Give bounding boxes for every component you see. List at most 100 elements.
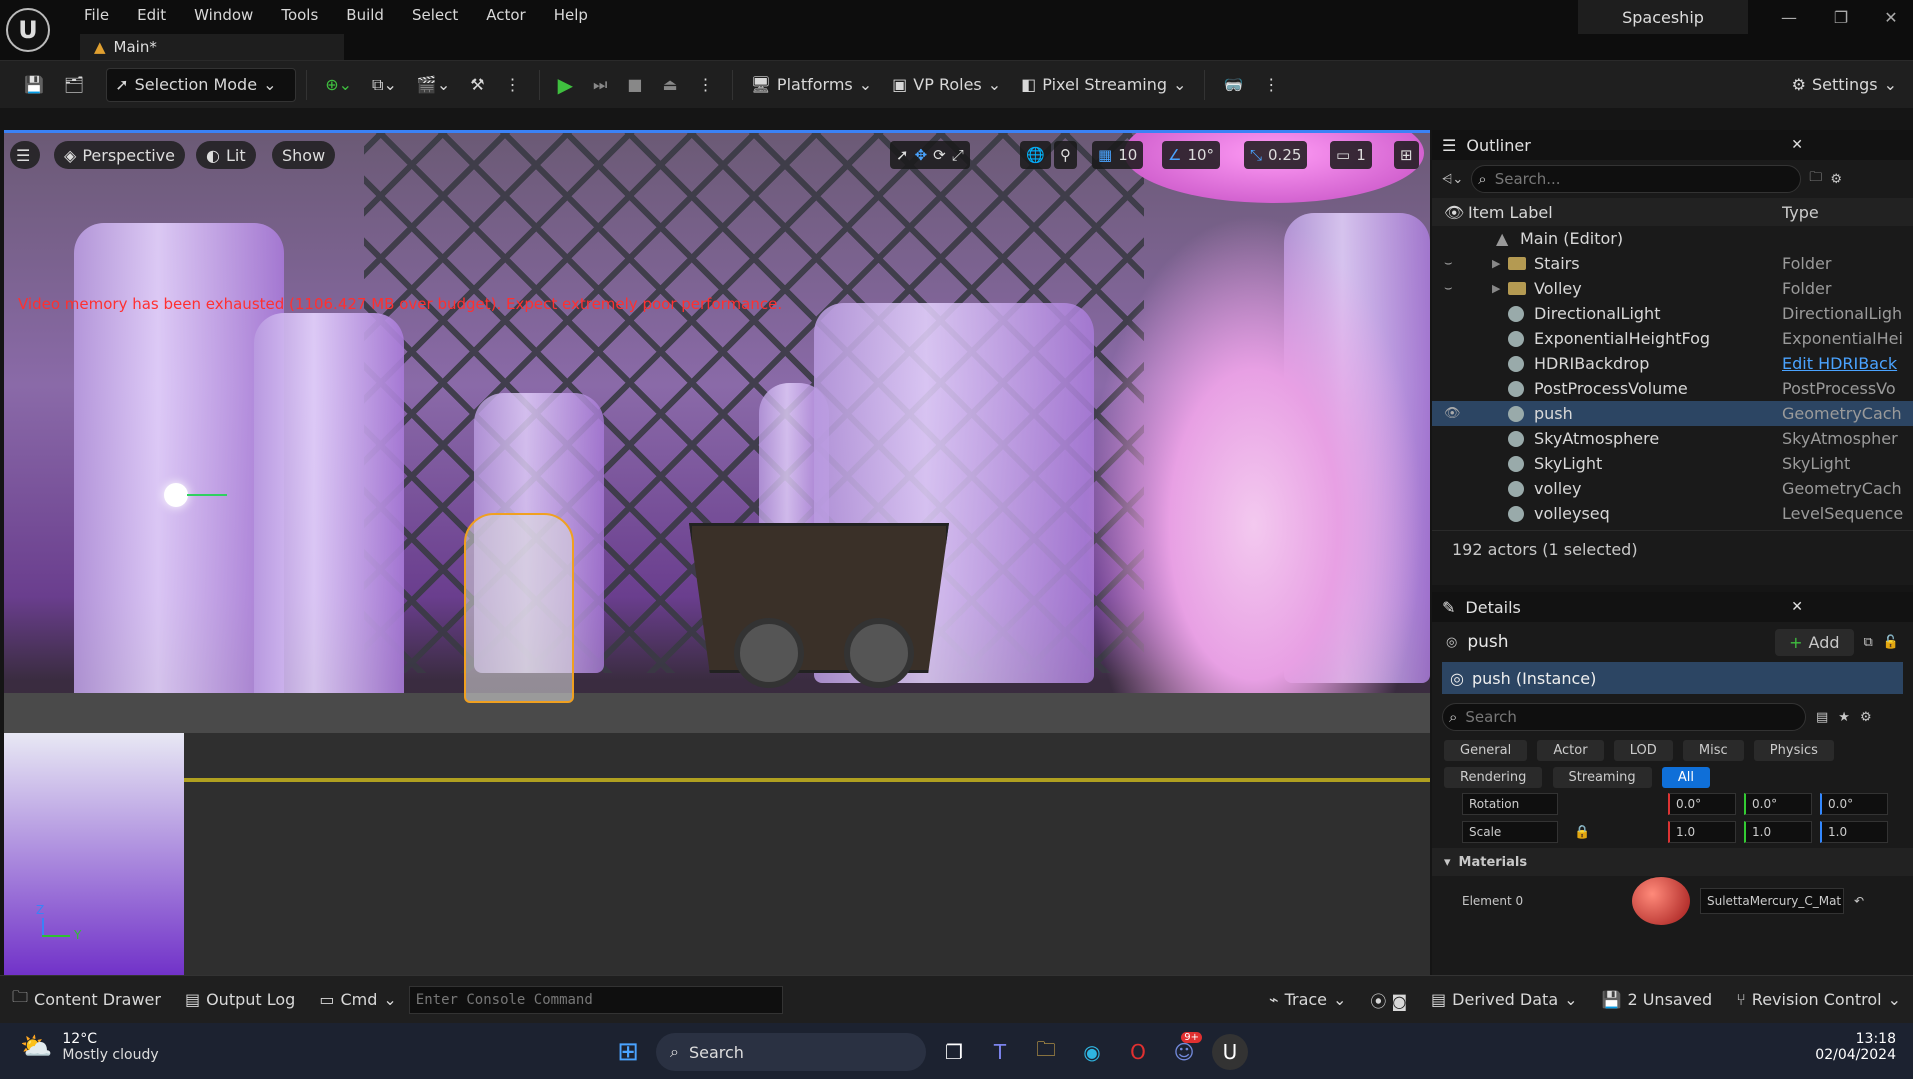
expand-arrow-icon[interactable]: ▶: [1492, 257, 1500, 270]
save-icon[interactable]: 💾: [16, 68, 52, 102]
scale-snap-button[interactable]: ⤡ 0.25: [1244, 141, 1308, 169]
filter-lod[interactable]: LOD: [1613, 740, 1673, 761]
light-gizmo-icon[interactable]: [164, 483, 188, 507]
filter-streaming[interactable]: Streaming: [1552, 767, 1652, 788]
cmd-button[interactable]: ▭ Cmd ⌄: [307, 983, 408, 1017]
outliner-row[interactable]: ExponentialHeightFog ExponentialHei: [1432, 326, 1913, 351]
scale-x[interactable]: 1.0: [1668, 821, 1736, 843]
details-tab[interactable]: ✎ Details ✕: [1432, 592, 1913, 622]
expand-arrow-icon[interactable]: ▶: [1492, 282, 1500, 295]
settings-button[interactable]: ⚙ Settings ⌄: [1784, 68, 1905, 102]
material-dropdown[interactable]: SulettaMercury_C_Mat: [1700, 888, 1844, 914]
scale-y[interactable]: 1.0: [1744, 821, 1812, 843]
material-thumbnail[interactable]: [1632, 877, 1690, 925]
menu-actor[interactable]: Actor: [472, 2, 539, 28]
taskbar-search[interactable]: ⌕ Search: [656, 1033, 926, 1071]
filter-physics[interactable]: Physics: [1753, 740, 1834, 761]
menu-select[interactable]: Select: [398, 2, 472, 28]
step-icon[interactable]: ⏭: [585, 68, 615, 102]
close-icon[interactable]: ✕: [1791, 599, 1803, 615]
trace-button[interactable]: ⌁ Trace ⌄: [1257, 983, 1359, 1017]
rotate-tool-icon[interactable]: ⟳: [933, 146, 946, 164]
output-log-button[interactable]: ▤ Output Log: [173, 983, 307, 1017]
outliner-tab[interactable]: ☰ Outliner ✕: [1432, 130, 1913, 160]
menu-window[interactable]: Window: [180, 2, 267, 28]
rotation-y[interactable]: 0.0°: [1744, 793, 1812, 815]
outliner-row[interactable]: volley GeometryCach: [1432, 476, 1913, 501]
opera-icon[interactable]: O: [1120, 1034, 1156, 1070]
discord-icon[interactable]: ☺ 9+: [1166, 1032, 1202, 1070]
add-actor-icon[interactable]: ⊕⌄: [317, 68, 360, 102]
teams-icon[interactable]: T: [982, 1034, 1018, 1070]
close-icon[interactable]: ✕: [1791, 137, 1803, 153]
pixel-streaming-button[interactable]: ◧ Pixel Streaming ⌄: [1013, 68, 1194, 102]
reset-icon[interactable]: ↶: [1854, 894, 1864, 908]
component-tree-instance[interactable]: ◎ push (Instance): [1442, 662, 1903, 694]
gear-icon[interactable]: ⚙: [1830, 172, 1842, 187]
menu-help[interactable]: Help: [540, 2, 602, 28]
select-tool-icon[interactable]: ➚: [896, 146, 909, 164]
close-icon[interactable]: ✕: [1870, 4, 1912, 30]
table-view-icon[interactable]: ▤: [1816, 710, 1828, 725]
more-options-icon[interactable]: ⋮: [1255, 68, 1287, 102]
level-viewport[interactable]: Video memory has been exhausted (1106.42…: [4, 130, 1430, 975]
visibility-icon[interactable]: ⌣: [1444, 256, 1453, 271]
play-options-icon[interactable]: ⋮: [690, 68, 722, 102]
windows-start-icon[interactable]: ⊞: [610, 1034, 646, 1070]
menu-tools[interactable]: Tools: [267, 2, 332, 28]
outliner-row-root[interactable]: ▲ Main (Editor): [1432, 226, 1913, 251]
restore-icon[interactable]: ❐: [1820, 4, 1862, 30]
play-icon[interactable]: ▶: [550, 68, 581, 102]
outliner-row[interactable]: PostProcessVolume PostProcessVo: [1432, 376, 1913, 401]
surface-snap-icon[interactable]: ⚲: [1054, 141, 1077, 169]
lit-button[interactable]: ◐ Lit: [196, 141, 256, 169]
outliner-row[interactable]: ⌣ ▶ Volley Folder: [1432, 276, 1913, 301]
outliner-search-input[interactable]: ⌕ Search...: [1471, 165, 1802, 193]
scene-character-push[interactable]: [464, 513, 574, 703]
cinematics-icon[interactable]: 🎬⌄: [409, 68, 458, 102]
details-search-input[interactable]: ⌕ Search: [1442, 703, 1806, 731]
rotation-dropdown[interactable]: Rotation: [1462, 793, 1558, 815]
modes-icon[interactable]: ⚒: [462, 68, 492, 102]
camera-speed-button[interactable]: ▭ 1: [1330, 141, 1372, 169]
derived-data-button[interactable]: ▤ Derived Data ⌄: [1419, 983, 1589, 1017]
rotation-z[interactable]: 0.0°: [1820, 793, 1888, 815]
gear-icon[interactable]: ⚙: [1860, 710, 1872, 725]
filter-all[interactable]: All: [1661, 767, 1710, 788]
filter-icon[interactable]: ⩤⌄: [1442, 172, 1463, 187]
rotation-x[interactable]: 0.0°: [1668, 793, 1736, 815]
weather-widget[interactable]: ⛅ 12°C Mostly cloudy: [20, 1031, 159, 1063]
outliner-row[interactable]: HDRIBackdrop Edit HDRIBack: [1432, 351, 1913, 376]
visibility-icon[interactable]: ⌣: [1444, 281, 1453, 296]
column-type[interactable]: Type: [1782, 203, 1912, 222]
blueprint-icon[interactable]: ⧉⌄: [364, 68, 405, 102]
lock-icon[interactable]: 🔒: [1566, 825, 1660, 840]
clock[interactable]: 13:18 02/04/2024: [1800, 1031, 1896, 1063]
unsaved-button[interactable]: 💾 2 Unsaved: [1590, 983, 1725, 1017]
selection-mode-button[interactable]: ➚ Selection Mode ⌄: [106, 67, 297, 102]
grid-snap-button[interactable]: ▦ 10: [1092, 141, 1144, 169]
stop-icon[interactable]: ■: [619, 68, 650, 102]
unreal-logo-icon[interactable]: U: [6, 8, 50, 52]
vr-icon[interactable]: 🥽: [1215, 68, 1251, 102]
outliner-row-type[interactable]: Edit HDRIBack: [1782, 354, 1912, 373]
filter-misc[interactable]: Misc: [1682, 740, 1744, 761]
outliner-row[interactable]: volleyseq LevelSequence: [1432, 501, 1913, 526]
menu-edit[interactable]: Edit: [123, 2, 180, 28]
scale-dropdown[interactable]: Scale: [1462, 821, 1558, 843]
visibility-icon[interactable]: 👁: [1444, 406, 1461, 421]
more-options-icon[interactable]: ⋮: [497, 68, 529, 102]
browse-icon[interactable]: 🗂: [56, 68, 92, 102]
add-folder-icon[interactable]: 🗀: [1809, 168, 1822, 190]
menu-file[interactable]: File: [70, 2, 123, 28]
vp-roles-button[interactable]: ▣ VP Roles ⌄: [884, 68, 1009, 102]
outliner-row[interactable]: SkyAtmosphere SkyAtmospher: [1432, 426, 1913, 451]
world-local-icon[interactable]: 🌐: [1020, 141, 1051, 169]
maximize-viewport-icon[interactable]: ⊞: [1394, 141, 1419, 169]
edge-icon[interactable]: ◉: [1074, 1034, 1110, 1070]
filter-actor[interactable]: Actor: [1537, 740, 1604, 761]
task-view-icon[interactable]: ❐: [936, 1034, 972, 1070]
materials-section[interactable]: ▾ Materials: [1432, 848, 1913, 876]
console-command-input[interactable]: Enter Console Command: [408, 985, 783, 1014]
unreal-taskbar-icon[interactable]: U: [1212, 1034, 1248, 1070]
